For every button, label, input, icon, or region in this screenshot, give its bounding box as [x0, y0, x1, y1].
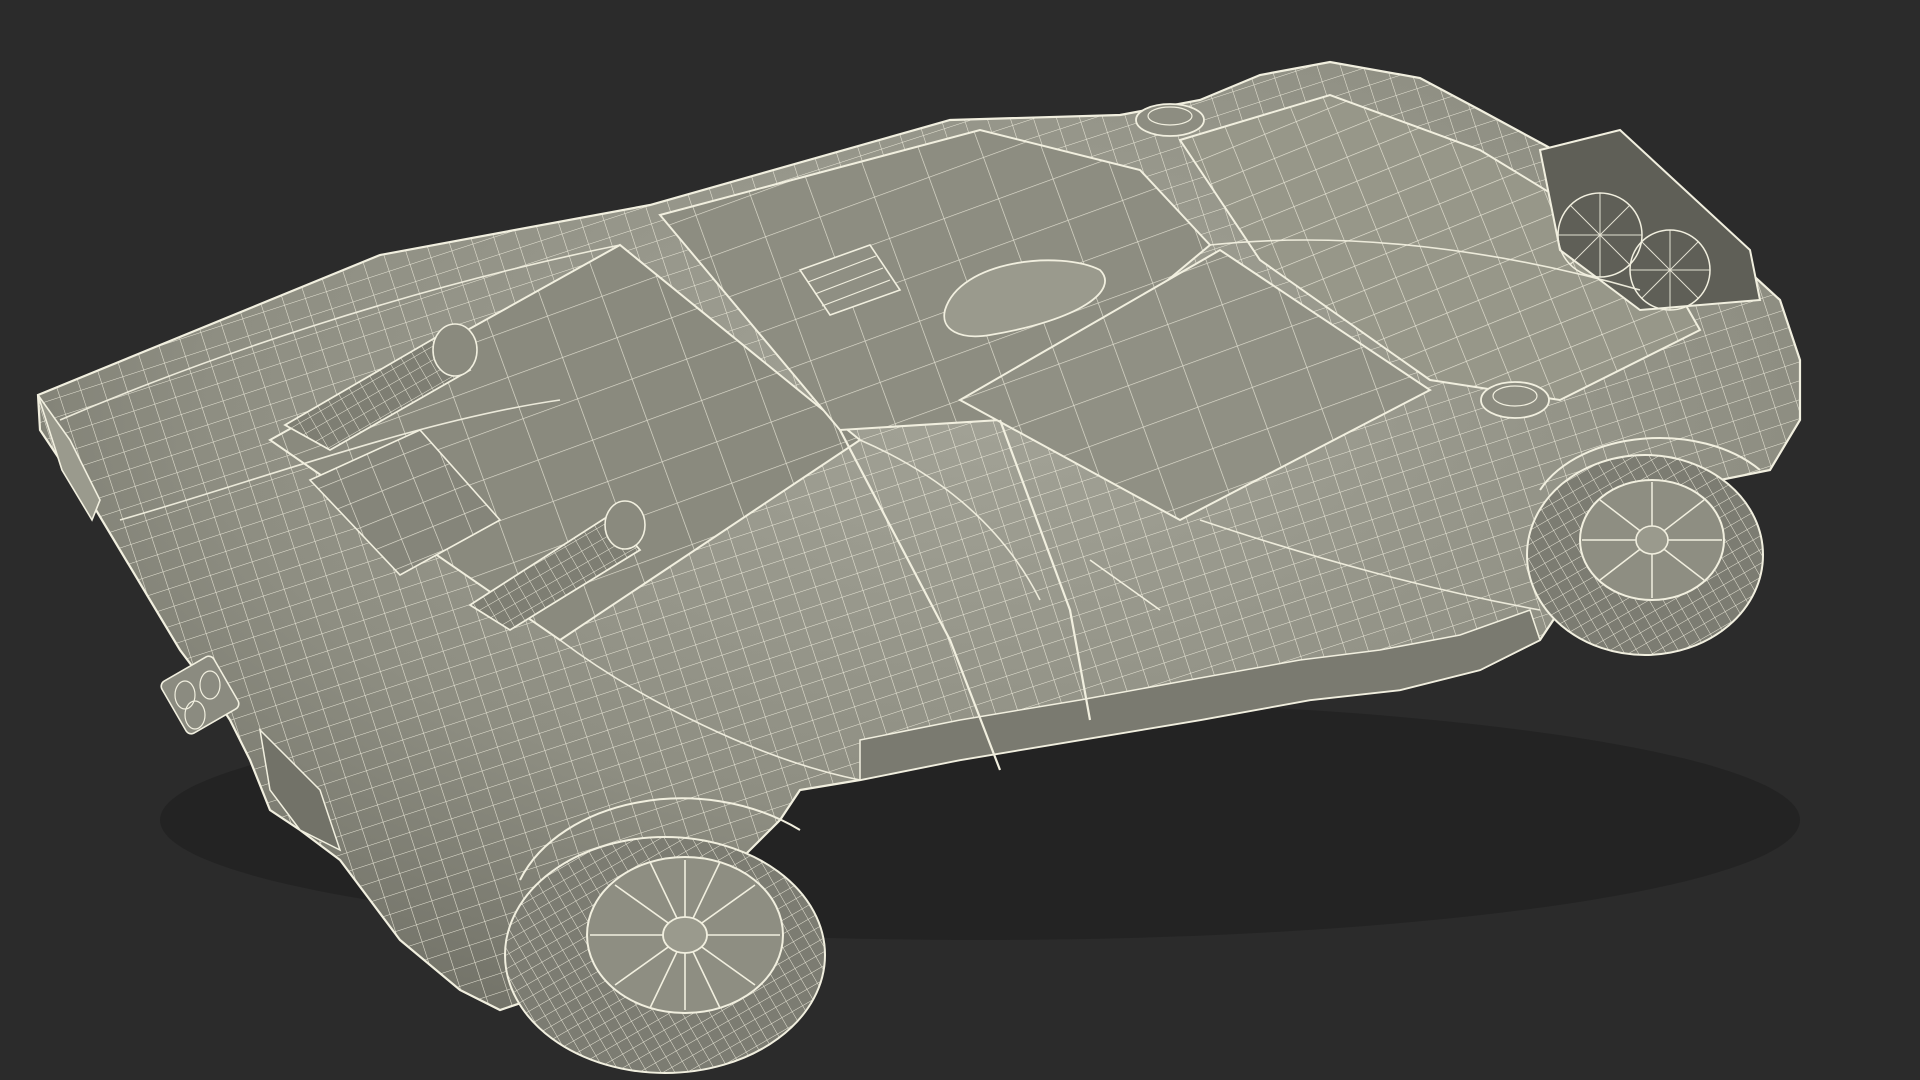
front-hub [1635, 525, 1669, 555]
fuel-cap-front [1480, 381, 1550, 419]
render-viewport [0, 0, 1920, 1080]
rear-hub [662, 916, 708, 954]
car-wireframe-render [36, 60, 1802, 1074]
fuel-cap-rear [1135, 103, 1205, 137]
